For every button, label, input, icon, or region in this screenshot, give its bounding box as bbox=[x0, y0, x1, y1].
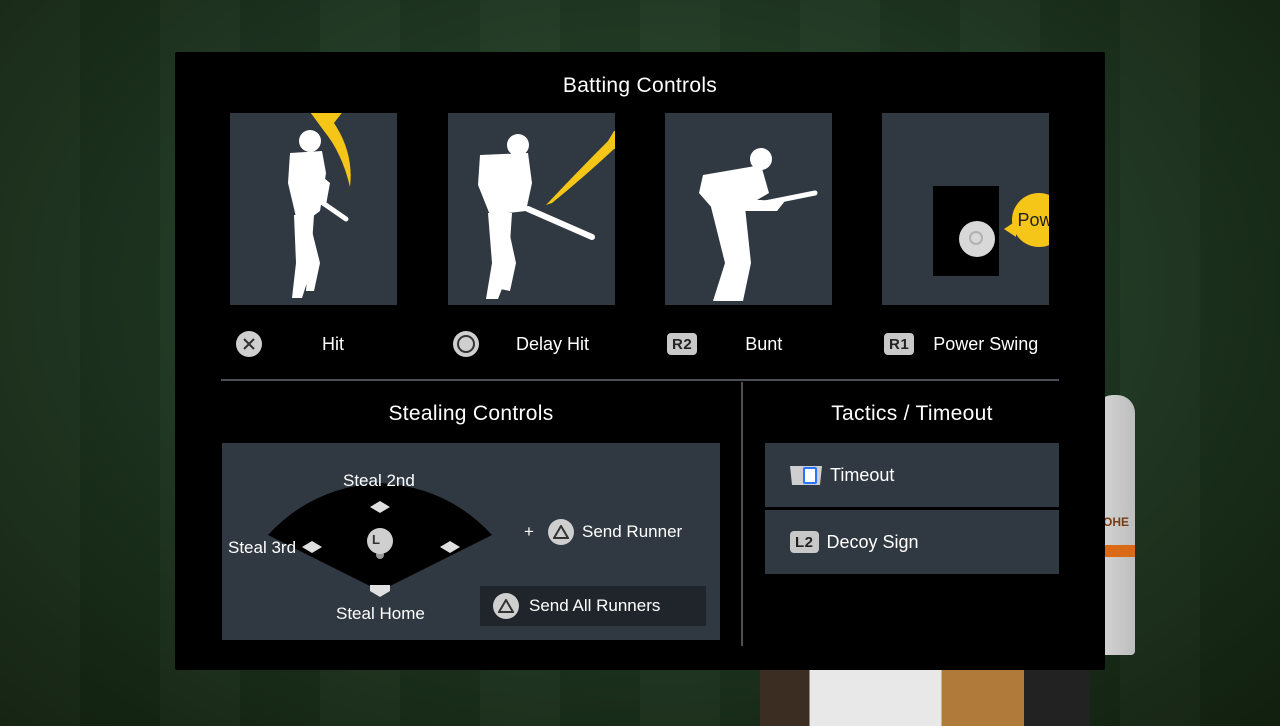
touchpad-icon bbox=[790, 466, 822, 485]
power-swing-control: R1 Power Swing bbox=[884, 331, 1038, 357]
send-all-runners-row: Send All Runners bbox=[480, 586, 706, 626]
controls-panel: Batting Controls Pow Hit Delay Hit R2 Bu… bbox=[175, 52, 1105, 670]
hit-control: Hit bbox=[236, 331, 344, 357]
power-badge-pointer bbox=[1004, 221, 1016, 237]
power-badge: Power bbox=[1012, 193, 1049, 247]
l-stick-icon: L bbox=[372, 532, 380, 547]
decoy-sign-row: L2 Decoy Sign bbox=[765, 510, 1059, 574]
strike-zone bbox=[933, 186, 999, 276]
batting-title: Batting Controls bbox=[562, 74, 718, 97]
steal-home-label: Steal Home bbox=[336, 604, 425, 623]
hit-label: Hit bbox=[322, 333, 344, 354]
bunt-label: Bunt bbox=[745, 333, 783, 354]
triangle-button-icon bbox=[548, 519, 574, 545]
plus-sign: + bbox=[524, 522, 534, 541]
stealing-panel: L Steal 2nd Steal 3rd Steal Home + Send … bbox=[222, 443, 720, 640]
bunt-batter-silhouette bbox=[699, 148, 818, 301]
steal-2nd-label: Steal 2nd bbox=[343, 471, 415, 490]
power-swing-label: Power Swing bbox=[933, 333, 1039, 354]
power-badge-label: Power bbox=[1017, 209, 1049, 230]
decoy-sign-label: Decoy Sign bbox=[826, 531, 919, 552]
delay-hit-label: Delay Hit bbox=[516, 333, 590, 354]
bunt-control: R2 Bunt bbox=[667, 331, 782, 357]
hit-tile bbox=[230, 113, 397, 305]
steal-3rd-label: Steal 3rd bbox=[228, 538, 297, 557]
bunt-tile bbox=[665, 113, 832, 305]
timeout-row: Timeout bbox=[765, 443, 1059, 507]
send-runner-label: Send Runner bbox=[582, 522, 683, 541]
section-divider bbox=[221, 379, 1059, 381]
circle-button-icon bbox=[453, 331, 479, 357]
cross-button-icon bbox=[236, 331, 262, 357]
delay-hit-tile bbox=[448, 113, 615, 305]
cursor-circle bbox=[959, 221, 995, 257]
power-swing-tile: Power bbox=[882, 113, 1049, 305]
background-catcher bbox=[760, 668, 1090, 726]
r1-button-icon: R1 bbox=[884, 333, 915, 355]
r2-button-icon: R2 bbox=[667, 333, 698, 355]
column-divider bbox=[741, 382, 743, 646]
l2-button-icon: L2 bbox=[790, 531, 819, 553]
delay-hit-batter-silhouette bbox=[478, 130, 615, 299]
send-all-runners-label: Send All Runners bbox=[529, 596, 661, 615]
tactics-title: Tactics / Timeout bbox=[831, 402, 993, 425]
hit-batter-silhouette bbox=[288, 113, 351, 298]
delay-hit-control: Delay Hit bbox=[453, 331, 589, 357]
jersey-text: OHE bbox=[1103, 515, 1130, 529]
timeout-label: Timeout bbox=[830, 464, 895, 485]
triangle-button-icon bbox=[493, 593, 519, 619]
stealing-title: Stealing Controls bbox=[388, 402, 554, 425]
